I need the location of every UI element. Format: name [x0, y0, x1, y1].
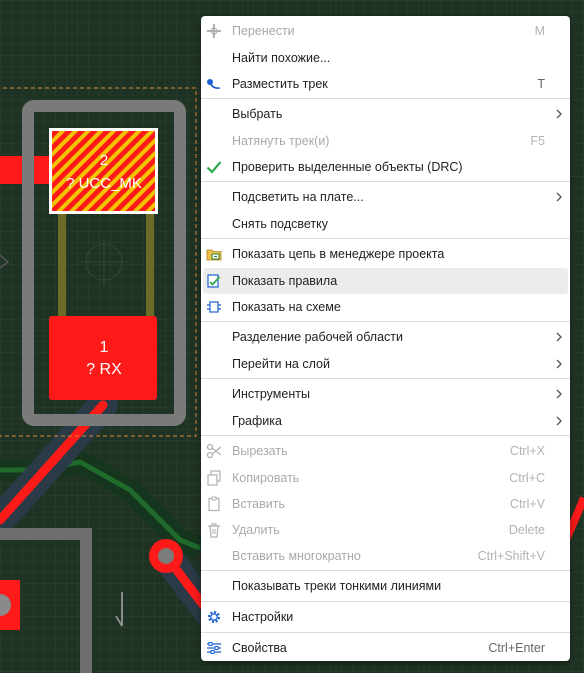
move-icon	[207, 24, 221, 38]
menu-item-shortcut: Delete	[508, 523, 545, 537]
menu-item-label: Разместить трек	[232, 77, 328, 91]
menu-item-label: Проверить выделенные объекты (DRC)	[232, 160, 463, 174]
menu-item-shortcut: F5	[530, 134, 545, 148]
gear-icon	[208, 611, 220, 623]
menu-item-label: Графика	[232, 414, 282, 428]
menu-item-label: Перейти на слой	[232, 357, 330, 371]
menu-item-label: Показать правила	[232, 274, 338, 288]
paste-icon	[208, 496, 220, 512]
menu-item-label: Показать цепь в менеджере проекта	[232, 247, 445, 261]
chevron-right-icon	[556, 359, 562, 369]
menu-item-route-track[interactable]: Разместить трек T	[201, 71, 570, 97]
menu-item-label: Вырезать	[232, 444, 288, 458]
menu-item-shortcut: Ctrl+Enter	[488, 641, 545, 655]
trash-icon	[208, 523, 220, 538]
menu-separator	[201, 435, 570, 436]
menu-item-label: Показать на схеме	[232, 300, 341, 314]
chevron-right-icon	[556, 389, 562, 399]
menu-item-show-on-schematic[interactable]: Показать на схеме	[201, 294, 570, 320]
menu-item-shortcut: Ctrl+C	[509, 471, 545, 485]
menu-separator	[201, 601, 570, 602]
menu-item-shortcut: M	[534, 24, 545, 38]
menu-separator	[201, 321, 570, 322]
menu-item-label: Перенести	[232, 24, 295, 38]
menu-item-label: Настройки	[232, 610, 294, 624]
rules-icon	[207, 274, 221, 288]
menu-item-show-net-in-manager[interactable]: Показать цепь в менеджере проекта	[201, 241, 570, 267]
pad-1-number: 1	[100, 339, 109, 356]
menu-item-shortcut: Ctrl+Shift+V	[477, 549, 545, 563]
menu-item-label: Вставить	[232, 497, 285, 511]
menu-item-label: Показывать треки тонкими линиями	[232, 579, 442, 593]
pad-2[interactable]	[52, 131, 155, 211]
menu-item-label: Найти похожие...	[232, 51, 331, 65]
menu-separator	[201, 98, 570, 99]
pad-1[interactable]	[49, 316, 157, 400]
menu-separator	[201, 632, 570, 633]
menu-item-settings[interactable]: Настройки	[201, 604, 570, 630]
menu-item-label: Вставить многократно	[232, 549, 361, 563]
menu-item-find-similar[interactable]: Найти похожие...	[201, 45, 570, 71]
chevron-right-icon	[556, 416, 562, 426]
pad-2-number: 2	[100, 152, 108, 169]
menu-item-label: Удалить	[232, 523, 280, 537]
pad-2-net: ? UCC_MK	[66, 175, 142, 192]
menu-item-stretch-track[interactable]: Натянуть трек(и) F5	[201, 128, 570, 154]
menu-item-tools[interactable]: Инструменты	[201, 381, 570, 407]
context-menu: Перенести M Найти похожие... Разместить …	[201, 16, 570, 661]
menu-item-shortcut: Ctrl+X	[509, 444, 545, 458]
menu-item-shortcut: T	[537, 77, 545, 91]
menu-item-copy[interactable]: Копировать Ctrl+C	[201, 465, 570, 491]
menu-item-label: Копировать	[232, 471, 300, 485]
menu-item-paste-multiple[interactable]: Вставить многократно Ctrl+Shift+V	[201, 543, 570, 569]
menu-item-highlight-on-board[interactable]: Подсветить на плате...	[201, 184, 570, 210]
chevron-right-icon	[556, 332, 562, 342]
menu-item-label: Инструменты	[232, 387, 310, 401]
menu-separator	[201, 570, 570, 571]
menu-item-clear-highlight[interactable]: Снять подсветку	[201, 211, 570, 237]
menu-item-label: Свойства	[232, 641, 287, 655]
menu-item-label: Разделение рабочей области	[232, 330, 403, 344]
menu-separator	[201, 378, 570, 379]
menu-item-thin-tracks[interactable]: Показывать треки тонкими линиями	[201, 573, 570, 599]
menu-item-select[interactable]: Выбрать	[201, 101, 570, 127]
route-track-icon	[207, 79, 221, 89]
menu-item-label: Снять подсветку	[232, 217, 329, 231]
check-icon	[206, 161, 222, 174]
menu-item-label: Натянуть трек(и)	[232, 134, 330, 148]
menu-item-delete[interactable]: Удалить Delete	[201, 517, 570, 543]
chevron-right-icon	[556, 109, 562, 119]
menu-item-graphics[interactable]: Графика	[201, 408, 570, 434]
menu-separator	[201, 238, 570, 239]
schematic-icon	[207, 301, 221, 313]
menu-item-split-workspace[interactable]: Разделение рабочей области	[201, 324, 570, 350]
chevron-right-icon	[556, 192, 562, 202]
menu-item-paste[interactable]: Вставить Ctrl+V	[201, 491, 570, 517]
menu-item-show-rules[interactable]: Показать правила	[203, 268, 568, 294]
menu-item-properties[interactable]: Свойства Ctrl+Enter	[201, 635, 570, 661]
copy-icon	[207, 470, 221, 486]
menu-item-label: Выбрать	[232, 107, 283, 121]
menu-item-move[interactable]: Перенести M	[201, 18, 570, 44]
net-manager-icon	[206, 249, 222, 261]
pad-1-net: ? RX	[86, 361, 122, 378]
menu-item-cut[interactable]: Вырезать Ctrl+X	[201, 438, 570, 464]
menu-item-label: Подсветить на плате...	[232, 190, 364, 204]
menu-item-shortcut: Ctrl+V	[509, 497, 545, 511]
menu-item-go-to-layer[interactable]: Перейти на слой	[201, 351, 570, 377]
menu-item-drc[interactable]: Проверить выделенные объекты (DRC)	[201, 154, 570, 180]
menu-separator	[201, 181, 570, 182]
properties-icon	[207, 642, 221, 654]
scissors-icon	[206, 443, 222, 459]
